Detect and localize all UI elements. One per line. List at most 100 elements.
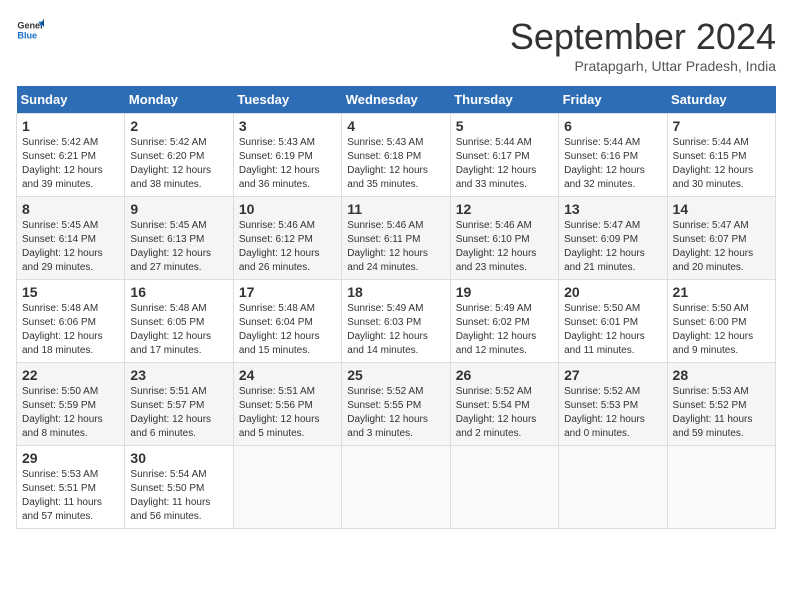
calendar-cell: 10 Sunrise: 5:46 AM Sunset: 6:12 PM Dayli… <box>233 197 341 280</box>
calendar-table: SundayMondayTuesdayWednesdayThursdayFrid… <box>16 86 776 529</box>
day-info: Sunrise: 5:48 AM Sunset: 6:05 PM Dayligh… <box>130 302 227 358</box>
day-header-friday: Friday <box>559 86 667 114</box>
day-info: Sunrise: 5:44 AM Sunset: 6:15 PM Dayligh… <box>673 136 770 192</box>
calendar-cell: 30Sunrise: 5:54 AM Sunset: 5:50 PM Dayli… <box>125 446 233 529</box>
calendar-week-row: 1Sunrise: 5:42 AM Sunset: 6:21 PM Daylig… <box>17 114 776 197</box>
day-number: 12 <box>456 201 553 217</box>
calendar-cell: 4 Sunrise: 5:43 AM Sunset: 6:18 PM Daylig… <box>342 114 450 197</box>
day-info: Sunrise: 5:43 AM Sunset: 6:18 PM Dayligh… <box>347 136 444 192</box>
day-info: Sunrise: 5:45 AM Sunset: 6:13 PM Dayligh… <box>130 219 227 275</box>
day-number: 30 <box>130 450 227 466</box>
day-number: 16 <box>130 284 227 300</box>
day-number: 28 <box>673 367 770 383</box>
day-number: 9 <box>130 201 227 217</box>
day-info: Sunrise: 5:49 AM Sunset: 6:03 PM Dayligh… <box>347 302 444 358</box>
calendar-week-row: 15 Sunrise: 5:48 AM Sunset: 6:06 PM Dayli… <box>17 280 776 363</box>
calendar-cell: 18 Sunrise: 5:49 AM Sunset: 6:03 PM Dayli… <box>342 280 450 363</box>
day-info: Sunrise: 5:51 AM Sunset: 5:56 PM Dayligh… <box>239 385 336 441</box>
title-section: September 2024 Pratapgarh, Uttar Pradesh… <box>510 16 776 74</box>
calendar-week-row: 29 Sunrise: 5:53 AM Sunset: 5:51 PM Dayli… <box>17 446 776 529</box>
calendar-cell: 13Sunrise: 5:47 AM Sunset: 6:09 PM Dayli… <box>559 197 667 280</box>
day-header-thursday: Thursday <box>450 86 558 114</box>
calendar-cell: 5 Sunrise: 5:44 AM Sunset: 6:17 PM Daylig… <box>450 114 558 197</box>
day-number: 27 <box>564 367 661 383</box>
day-number: 5 <box>456 118 553 134</box>
day-info: Sunrise: 5:53 AM Sunset: 5:51 PM Dayligh… <box>22 468 119 524</box>
calendar-cell: 9 Sunrise: 5:45 AM Sunset: 6:13 PM Daylig… <box>125 197 233 280</box>
calendar-cell: 25Sunrise: 5:52 AM Sunset: 5:55 PM Dayli… <box>342 363 450 446</box>
day-info: Sunrise: 5:48 AM Sunset: 6:04 PM Dayligh… <box>239 302 336 358</box>
calendar-cell: 15 Sunrise: 5:48 AM Sunset: 6:06 PM Dayli… <box>17 280 125 363</box>
day-number: 2 <box>130 118 227 134</box>
day-info: Sunrise: 5:48 AM Sunset: 6:06 PM Dayligh… <box>22 302 119 358</box>
day-number: 19 <box>456 284 553 300</box>
days-of-week-row: SundayMondayTuesdayWednesdayThursdayFrid… <box>17 86 776 114</box>
header: General Blue September 2024 Pratapgarh, … <box>16 16 776 74</box>
day-info: Sunrise: 5:53 AM Sunset: 5:52 PM Dayligh… <box>673 385 770 441</box>
day-number: 23 <box>130 367 227 383</box>
day-info: Sunrise: 5:50 AM Sunset: 6:01 PM Dayligh… <box>564 302 661 358</box>
day-info: Sunrise: 5:42 AM Sunset: 6:21 PM Dayligh… <box>22 136 119 192</box>
day-info: Sunrise: 5:43 AM Sunset: 6:19 PM Dayligh… <box>239 136 336 192</box>
day-number: 10 <box>239 201 336 217</box>
calendar-cell: 29 Sunrise: 5:53 AM Sunset: 5:51 PM Dayli… <box>17 446 125 529</box>
day-header-saturday: Saturday <box>667 86 775 114</box>
day-info: Sunrise: 5:49 AM Sunset: 6:02 PM Dayligh… <box>456 302 553 358</box>
general-blue-logo-icon: General Blue <box>16 16 44 44</box>
day-info: Sunrise: 5:46 AM Sunset: 6:12 PM Dayligh… <box>239 219 336 275</box>
day-number: 11 <box>347 201 444 217</box>
day-info: Sunrise: 5:46 AM Sunset: 6:11 PM Dayligh… <box>347 219 444 275</box>
day-number: 29 <box>22 450 119 466</box>
calendar-cell <box>342 446 450 529</box>
day-number: 15 <box>22 284 119 300</box>
day-number: 22 <box>22 367 119 383</box>
day-number: 4 <box>347 118 444 134</box>
day-info: Sunrise: 5:45 AM Sunset: 6:14 PM Dayligh… <box>22 219 119 275</box>
calendar-cell: 20 Sunrise: 5:50 AM Sunset: 6:01 PM Dayli… <box>559 280 667 363</box>
day-header-monday: Monday <box>125 86 233 114</box>
calendar-cell: 3 Sunrise: 5:43 AM Sunset: 6:19 PM Daylig… <box>233 114 341 197</box>
calendar-cell: 27 Sunrise: 5:52 AM Sunset: 5:53 PM Dayli… <box>559 363 667 446</box>
calendar-cell: 21 Sunrise: 5:50 AM Sunset: 6:00 PM Dayli… <box>667 280 775 363</box>
day-info: Sunrise: 5:50 AM Sunset: 6:00 PM Dayligh… <box>673 302 770 358</box>
calendar-cell: 12 Sunrise: 5:46 AM Sunset: 6:10 PM Dayli… <box>450 197 558 280</box>
day-number: 14 <box>673 201 770 217</box>
day-info: Sunrise: 5:42 AM Sunset: 6:20 PM Dayligh… <box>130 136 227 192</box>
day-info: Sunrise: 5:44 AM Sunset: 6:17 PM Dayligh… <box>456 136 553 192</box>
day-number: 20 <box>564 284 661 300</box>
day-info: Sunrise: 5:47 AM Sunset: 6:09 PM Dayligh… <box>564 219 661 275</box>
calendar-cell: 11 Sunrise: 5:46 AM Sunset: 6:11 PM Dayli… <box>342 197 450 280</box>
calendar-body: 1Sunrise: 5:42 AM Sunset: 6:21 PM Daylig… <box>17 114 776 529</box>
day-header-tuesday: Tuesday <box>233 86 341 114</box>
calendar-cell <box>450 446 558 529</box>
calendar-cell: 19 Sunrise: 5:49 AM Sunset: 6:02 PM Dayli… <box>450 280 558 363</box>
day-info: Sunrise: 5:46 AM Sunset: 6:10 PM Dayligh… <box>456 219 553 275</box>
svg-text:Blue: Blue <box>17 30 37 40</box>
day-header-sunday: Sunday <box>17 86 125 114</box>
calendar-header: SundayMondayTuesdayWednesdayThursdayFrid… <box>17 86 776 114</box>
month-title: September 2024 <box>510 16 776 58</box>
calendar-cell: 23Sunrise: 5:51 AM Sunset: 5:57 PM Dayli… <box>125 363 233 446</box>
calendar-cell: 26Sunrise: 5:52 AM Sunset: 5:54 PM Dayli… <box>450 363 558 446</box>
day-number: 7 <box>673 118 770 134</box>
calendar-cell: 8 Sunrise: 5:45 AM Sunset: 6:14 PM Daylig… <box>17 197 125 280</box>
day-info: Sunrise: 5:44 AM Sunset: 6:16 PM Dayligh… <box>564 136 661 192</box>
day-info: Sunrise: 5:50 AM Sunset: 5:59 PM Dayligh… <box>22 385 119 441</box>
calendar-cell: 28 Sunrise: 5:53 AM Sunset: 5:52 PM Dayli… <box>667 363 775 446</box>
calendar-cell: 24 Sunrise: 5:51 AM Sunset: 5:56 PM Dayli… <box>233 363 341 446</box>
day-number: 6 <box>564 118 661 134</box>
calendar-week-row: 8 Sunrise: 5:45 AM Sunset: 6:14 PM Daylig… <box>17 197 776 280</box>
calendar-cell: 6 Sunrise: 5:44 AM Sunset: 6:16 PM Daylig… <box>559 114 667 197</box>
day-number: 3 <box>239 118 336 134</box>
day-number: 8 <box>22 201 119 217</box>
calendar-cell: 16 Sunrise: 5:48 AM Sunset: 6:05 PM Dayli… <box>125 280 233 363</box>
day-number: 17 <box>239 284 336 300</box>
day-info: Sunrise: 5:47 AM Sunset: 6:07 PM Dayligh… <box>673 219 770 275</box>
day-number: 26 <box>456 367 553 383</box>
calendar-week-row: 22 Sunrise: 5:50 AM Sunset: 5:59 PM Dayli… <box>17 363 776 446</box>
day-info: Sunrise: 5:52 AM Sunset: 5:53 PM Dayligh… <box>564 385 661 441</box>
day-number: 21 <box>673 284 770 300</box>
day-number: 18 <box>347 284 444 300</box>
calendar-cell <box>233 446 341 529</box>
day-number: 24 <box>239 367 336 383</box>
